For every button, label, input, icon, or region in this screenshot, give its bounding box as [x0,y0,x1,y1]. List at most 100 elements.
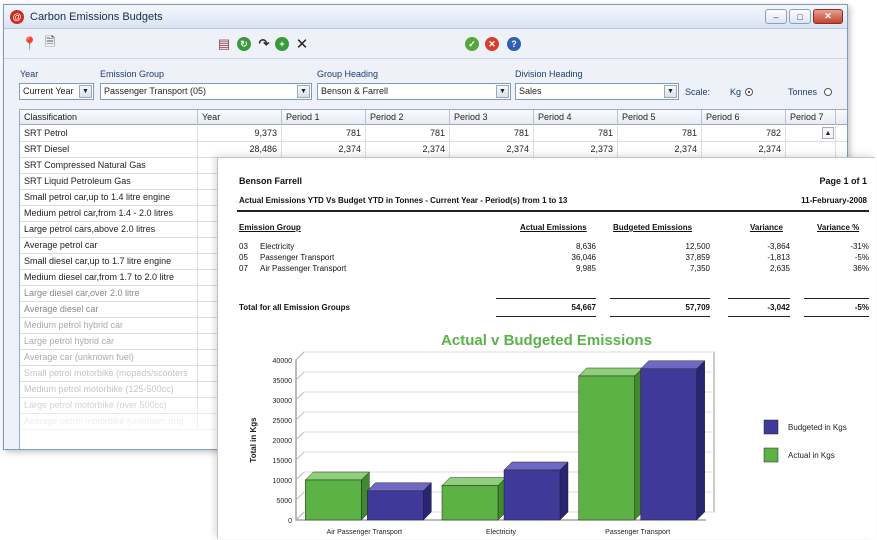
grid-column-header[interactable]: Period 7 [786,110,836,125]
grid-column-header[interactable]: Classification [20,110,198,125]
legend-label: Actual in Kgs [788,451,835,460]
chart-title: Actual v Budgeted Emissions [441,332,652,349]
bar [441,485,499,521]
value-cell[interactable]: 9,373 [198,126,282,142]
bar-top [304,471,370,481]
emission-group-label: Emission Group [100,69,165,79]
y-tick-label: 5000 [276,498,292,505]
classification-cell: Medium petrol car,from 1.4 - 2.0 litres [20,206,198,222]
group-heading-select[interactable]: Benson & Farrell ▼ [317,83,511,100]
col-budgeted: Budgeted Emissions [613,223,693,232]
report-row-actual: 36,046 [571,253,596,262]
x-tick-label: Electricity [486,529,516,536]
division-heading-label: Division Heading [515,69,583,79]
chevron-down-icon: ▼ [79,85,92,98]
legend-label: Budgeted in Kgs [788,423,847,432]
group-heading-value: Benson & Farrell [321,86,389,96]
value-cell[interactable] [786,142,836,158]
total-variance: -3,042 [767,303,790,312]
y-axis-label: Total in Kgs [249,417,258,463]
x-tick-label: Air Passenger Transport [327,529,403,536]
report-company: Benson Farrell [239,176,303,186]
x-tick-label: Passenger Transport [605,529,670,536]
grid-column-header[interactable]: Year [198,110,282,125]
help-icon[interactable]: ? [506,36,522,52]
classification-cell: Average petrol car [20,238,198,254]
scale-tonnes-label: Tonnes [788,87,818,97]
value-cell[interactable]: 2,374 [366,142,450,158]
report-date: 11-February-2008 [801,196,867,205]
add-icon[interactable]: + [274,36,290,52]
chevron-down-icon: ▼ [297,85,310,98]
report-row-actual: 9,985 [575,264,596,273]
preview-icon[interactable]: 🗎 [42,34,58,52]
value-cell[interactable]: 781 [282,126,366,142]
delete-icon[interactable]: ✕ [294,36,310,53]
redo-icon[interactable]: ↷ [256,36,272,52]
value-cell[interactable]: 28,486 [198,142,282,158]
year-select[interactable]: Current Year ▼ [19,83,94,100]
emission-group-select[interactable]: Passenger Transport (05) ▼ [100,83,312,100]
chevron-down-icon: ▼ [664,85,677,98]
report-row-name: Passenger Transport [260,253,335,262]
grid-column-header[interactable]: Period 6 [702,110,786,125]
value-cell[interactable]: 2,374 [702,142,786,158]
classification-cell: Small petrol motorbike (mopeds/scooters [20,366,198,382]
emissions-bar-chart: 0 5000 10000 15000 20000 25000 30000 35000 40000… [249,351,847,536]
report-row-code: 05 [239,253,248,262]
bar-top [640,360,706,370]
report-row-name: Electricity [260,242,295,251]
report-row-variance-pct: -31% [850,242,869,251]
total-actual: 54,667 [571,303,596,312]
table-row[interactable]: SRT Diesel 28,486 2,374 2,374 2,374 2,373 2,37… [20,142,847,158]
scroll-up-icon[interactable]: ▲ [822,127,834,139]
window-title: Carbon Emissions Budgets [30,10,163,23]
division-heading-select[interactable]: Sales ▼ [515,83,679,100]
report-row-variance-pct: 36% [852,264,869,273]
legend-swatch [763,419,779,435]
print-icon[interactable]: ▤ [216,36,232,52]
value-cell[interactable]: 2,374 [450,142,534,158]
value-cell[interactable]: 2,374 [282,142,366,158]
scale-label: Scale: [685,87,711,97]
classification-cell: Small diesel car,up to 1.7 litre engine [20,254,198,270]
scale-tonnes-radio[interactable] [824,88,832,96]
table-row[interactable]: SRT Petrol 9,373 781 781 781 781 781 782 [20,126,847,142]
close-button[interactable]: ✕ [813,9,843,24]
grid-column-header[interactable]: Period 4 [534,110,618,125]
grid-column-header[interactable]: Period 5 [618,110,702,125]
bar-top [366,482,432,492]
properties-icon[interactable]: 📍 [22,36,38,52]
value-cell[interactable]: 781 [618,126,702,142]
scale-kg-label: Kg [730,87,742,97]
y-tick-label: 25000 [273,418,293,425]
classification-cell: SRT Liquid Petroleum Gas [20,174,198,190]
grid-column-header[interactable]: Period 1 [282,110,366,125]
bar [305,479,362,521]
minimize-button[interactable]: – [765,9,787,24]
bar-side [696,360,705,521]
group-heading-label: Group Heading [317,69,379,79]
value-cell[interactable]: 781 [450,126,534,142]
classification-cell: Small petrol car,up to 1.4 litre engine [20,190,198,206]
classification-cell: Large petrol cars,above 2.0 litres [20,222,198,238]
reject-icon[interactable]: ✕ [484,36,500,52]
value-cell[interactable]: 2,373 [534,142,618,158]
grid-column-header[interactable]: Period 2 [366,110,450,125]
value-cell[interactable]: 2,374 [618,142,702,158]
report-row-variance-pct: -5% [854,253,869,262]
y-tick-label: 35000 [273,378,293,385]
refresh-icon[interactable]: ↻ [236,36,252,52]
approve-icon[interactable]: ✓ [464,36,480,52]
classification-cell: Average car (unknown fuel) [20,350,198,366]
report-row-actual: 8,636 [575,242,596,251]
bar [640,368,697,521]
scale-kg-radio[interactable] [745,88,753,96]
grid-column-header[interactable]: Period 3 [450,110,534,125]
value-cell[interactable]: 781 [366,126,450,142]
report-row-budget: 37,859 [685,253,710,262]
value-cell[interactable]: 781 [534,126,618,142]
report-page: Page 1 of 1 [819,176,867,186]
maximize-button[interactable]: □ [789,9,811,24]
value-cell[interactable]: 782 [702,126,786,142]
